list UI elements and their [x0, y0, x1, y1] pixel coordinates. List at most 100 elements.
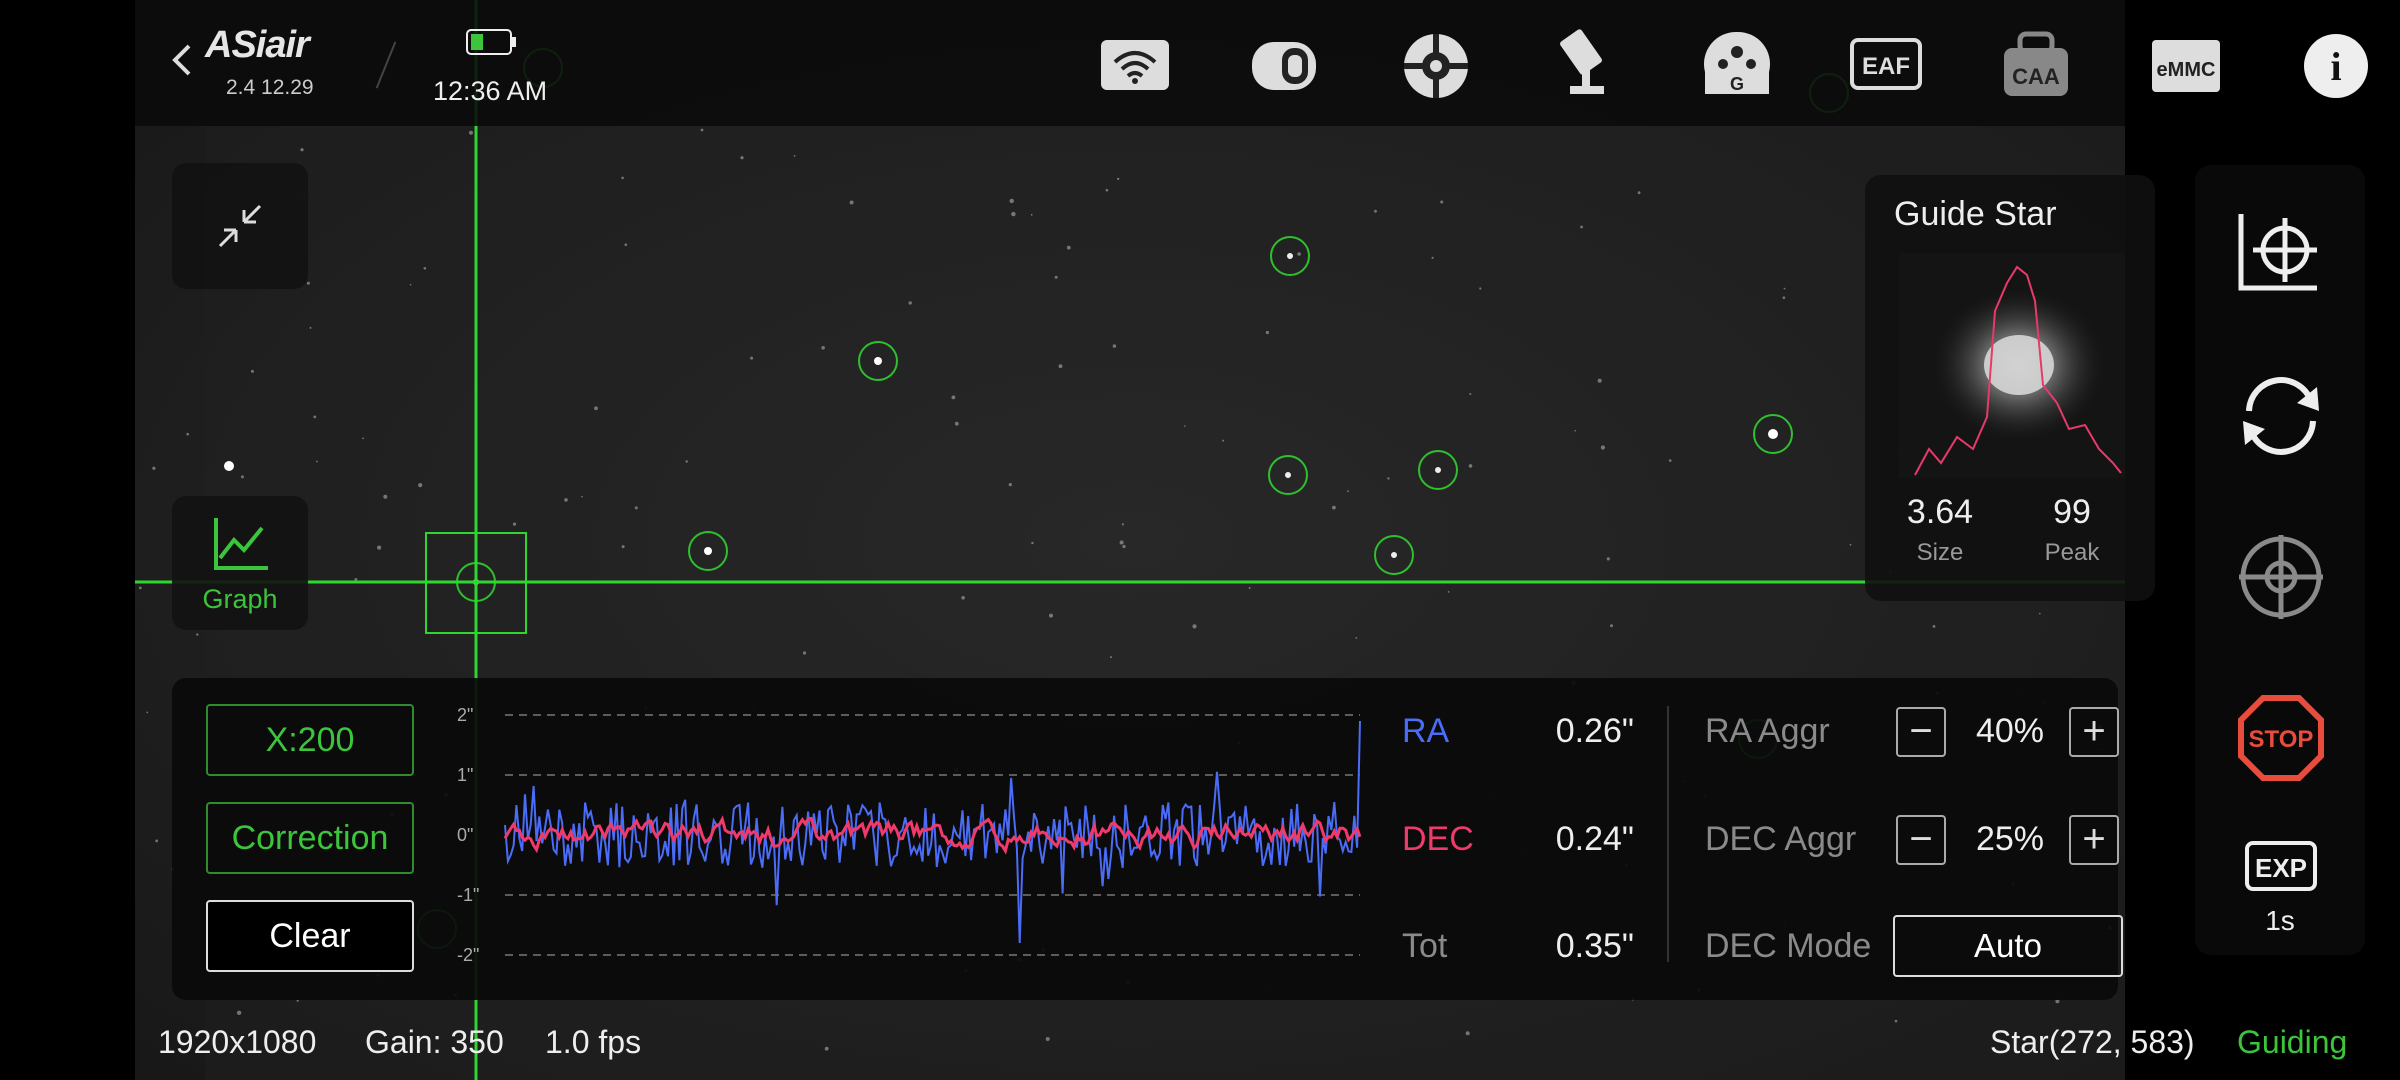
caa-icon[interactable]: CAA	[1998, 28, 2074, 104]
background-star	[236, 1010, 242, 1015]
battery-icon	[466, 29, 516, 55]
background-star	[1119, 540, 1124, 545]
background-star	[423, 267, 427, 270]
info-icon[interactable]: i	[2298, 28, 2374, 104]
background-star	[1355, 637, 1358, 639]
ra-series	[504, 720, 1361, 944]
calibrate-icon[interactable]	[2231, 365, 2331, 465]
svg-text:CAA: CAA	[2012, 64, 2060, 89]
wifi-icon[interactable]	[1097, 28, 1173, 104]
background-star	[383, 494, 388, 499]
dec-value: 0.24"	[1555, 820, 1634, 858]
background-star	[1469, 393, 1472, 395]
exposure-icon[interactable]: EXP	[2231, 835, 2331, 905]
gain-status: Gain: 350	[365, 1024, 504, 1060]
star-position-status: Star(272, 583)	[1990, 1024, 2195, 1060]
background-star	[1122, 544, 1126, 549]
background-star	[824, 1046, 829, 1051]
background-star	[240, 475, 244, 479]
background-star	[1580, 225, 1583, 229]
background-star	[802, 651, 807, 655]
background-star	[1112, 344, 1117, 348]
stop-icon[interactable]: STOP	[2231, 688, 2331, 788]
background-star	[1894, 1019, 1898, 1023]
background-star	[1332, 505, 1336, 510]
y-tick-label: -2"	[457, 945, 479, 965]
divider	[1667, 706, 1669, 962]
eaf-icon[interactable]: EAF	[1848, 28, 1924, 104]
background-star	[1265, 330, 1269, 335]
dec-aggr-increase-button[interactable]: +	[2069, 815, 2119, 865]
background-star	[1374, 209, 1377, 213]
background-star	[1600, 445, 1605, 450]
ra-aggr-increase-button[interactable]: +	[2069, 707, 2119, 757]
background-star	[1008, 483, 1012, 487]
background-star	[300, 148, 304, 152]
background-star	[700, 128, 704, 132]
camera-icon[interactable]	[1246, 28, 1322, 104]
collapse-button[interactable]	[172, 163, 308, 289]
clock: 12:36 AM	[433, 76, 548, 106]
guide-star-peak-label: Peak	[2044, 539, 2100, 566]
dec-aggr-decrease-button[interactable]: −	[1896, 815, 1946, 865]
svg-text:eMMC: eMMC	[2157, 59, 2216, 81]
background-star	[1610, 624, 1613, 628]
tot-label: Tot	[1402, 927, 1448, 965]
background-star	[146, 711, 149, 714]
background-star	[1431, 256, 1434, 259]
guide-star-peak-value: 99	[2053, 493, 2091, 531]
guide-camera-icon[interactable]	[1398, 28, 1474, 104]
correction-button[interactable]: Correction	[206, 802, 414, 874]
background-star	[1066, 245, 1071, 250]
dec-aggr-value: 25%	[1975, 820, 2045, 858]
background-star	[849, 200, 854, 205]
background-star	[1192, 624, 1197, 629]
background-star	[961, 596, 965, 600]
background-star	[1049, 613, 1053, 618]
back-icon[interactable]	[163, 40, 203, 80]
star-select-icon[interactable]	[2231, 200, 2331, 300]
background-star	[196, 633, 199, 636]
fps-status: 1.0 fps	[545, 1024, 642, 1060]
guide-target-icon[interactable]	[2231, 527, 2331, 627]
background-star	[951, 395, 956, 400]
background-star	[309, 326, 312, 329]
graph-button[interactable]: Graph	[172, 496, 308, 630]
guide-graph: 2" 1" 0" -1" -2"	[457, 705, 1362, 965]
background-star	[1606, 557, 1610, 561]
background-star	[1932, 625, 1936, 628]
background-star	[152, 466, 156, 470]
background-star	[1465, 1031, 1470, 1036]
collapse-icon	[218, 204, 262, 248]
mount-icon[interactable]	[1548, 28, 1624, 104]
background-star	[469, 130, 473, 135]
ra-aggr-decrease-button[interactable]: −	[1896, 707, 1946, 757]
dec-label: DEC	[1402, 820, 1474, 858]
background-star	[594, 406, 598, 411]
background-star	[1031, 541, 1034, 545]
background-star	[313, 415, 317, 419]
background-star	[418, 483, 423, 488]
background-star	[740, 156, 744, 160]
tot-value: 0.35"	[1555, 927, 1634, 965]
y-tick-label: 0"	[457, 825, 473, 845]
background-star	[186, 432, 189, 436]
right-toolbar: STOP EXP 1s	[2195, 165, 2365, 955]
background-star	[1387, 477, 1390, 480]
dec-mode-label: DEC Mode	[1705, 927, 1872, 965]
background-star	[1668, 459, 1672, 462]
clear-button[interactable]: Clear	[206, 900, 414, 972]
dec-mode-select[interactable]: Auto	[1893, 915, 2123, 977]
background-star	[2039, 612, 2041, 615]
background-star	[1637, 191, 1641, 195]
x-scale-button[interactable]: X:200	[206, 704, 414, 776]
background-star	[624, 243, 628, 246]
background-star	[1058, 364, 1063, 369]
background-star	[793, 155, 796, 157]
resolution-status: 1920x1080	[158, 1024, 317, 1060]
svg-text:G: G	[1730, 74, 1744, 94]
background-star	[1045, 1037, 1050, 1041]
exposure-value[interactable]: 1s	[2195, 905, 2365, 937]
emmc-icon[interactable]: eMMC	[2148, 28, 2224, 104]
guide-icon[interactable]: G	[1699, 28, 1775, 104]
